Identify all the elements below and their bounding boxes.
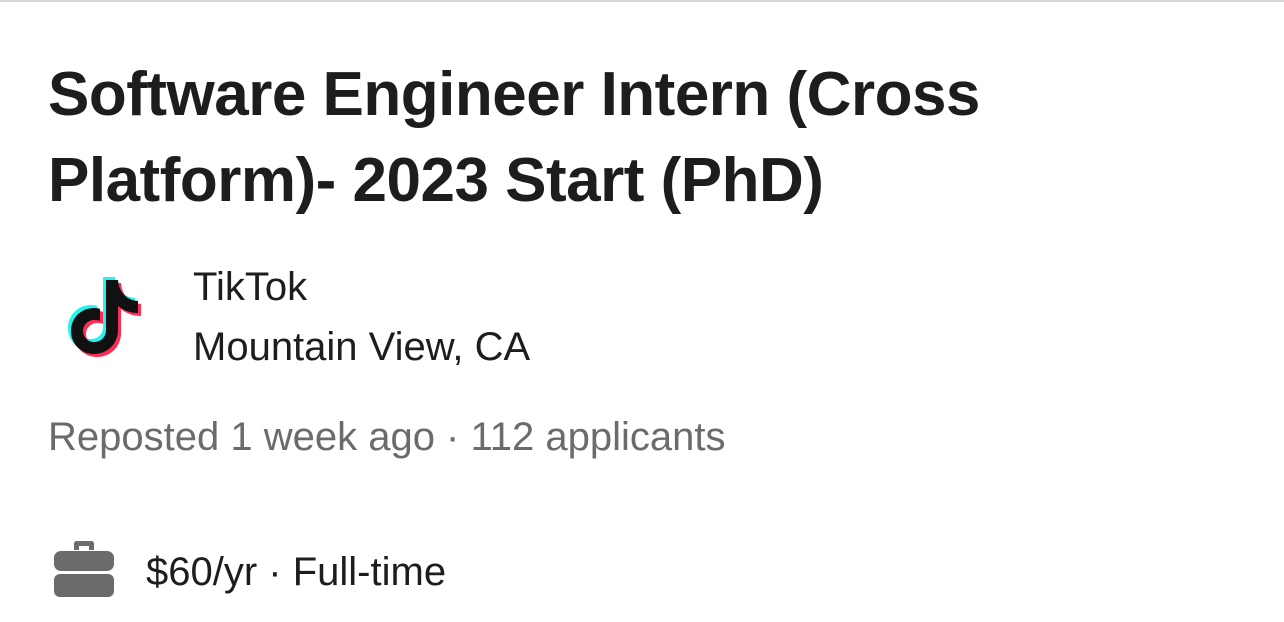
briefcase-icon	[52, 540, 116, 598]
detail-separator: ·	[257, 550, 293, 594]
applicant-count: 112 applicants	[470, 415, 726, 459]
company-location: Mountain View, CA	[193, 325, 531, 369]
meta-separator: ·	[434, 415, 471, 459]
posted-time: Reposted 1 week ago	[48, 415, 435, 459]
tiktok-logo-icon[interactable]	[66, 270, 150, 360]
job-meta: Reposted 1 week ago · 112 applicants	[48, 412, 725, 462]
salary: $60/yr	[146, 550, 258, 594]
employment-type: Full-time	[292, 550, 447, 594]
top-divider	[0, 0, 1284, 2]
job-title: Software Engineer Intern (Cross Platform…	[48, 60, 980, 215]
job-salary-type: $60/yr · Full-time	[146, 547, 446, 597]
company-name[interactable]: TikTok	[193, 262, 307, 312]
